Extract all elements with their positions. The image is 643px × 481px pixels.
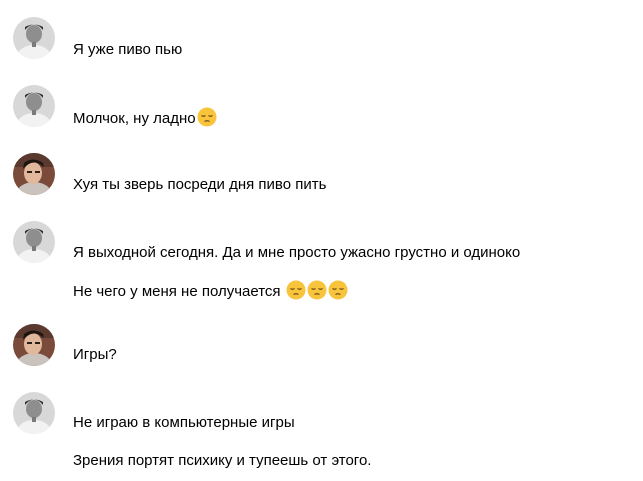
avatar[interactable] — [13, 221, 55, 263]
avatar[interactable] — [13, 392, 55, 434]
avatar[interactable] — [13, 17, 55, 59]
avatar[interactable] — [13, 324, 55, 366]
message-text: Не чего у меня не получается — [73, 283, 285, 300]
pensive-face-emoji-icon — [197, 107, 217, 127]
avatar[interactable] — [13, 85, 55, 127]
message-text: Зрения портят психику и тупеешь от этого… — [73, 452, 372, 469]
avatar[interactable] — [13, 153, 55, 195]
avatar-photo-icon — [13, 221, 55, 263]
message-text: Игры? — [73, 346, 117, 363]
avatar-photo-icon — [13, 17, 55, 59]
pensive-face-emoji-icon — [328, 280, 348, 300]
message-text: Молчок, ну ладно — [73, 110, 196, 127]
pensive-face-emoji-icon — [286, 280, 306, 300]
avatar-photo-icon — [13, 392, 55, 434]
avatar-photo-icon — [13, 153, 55, 195]
avatar-photo-icon — [13, 85, 55, 127]
message-text-wrapper: Молчок, ну ладно — [73, 107, 217, 129]
message-text: Не играю в компьютерные игры — [73, 414, 295, 431]
message-text: Я уже пиво пью — [73, 41, 183, 58]
avatar-photo-icon — [13, 324, 55, 366]
message-text-wrapper: Не чего у меня не получается — [73, 280, 348, 302]
message-text: Я выходной сегодня. Да и мне просто ужас… — [73, 244, 521, 261]
message-text: Хуя ты зверь посреди дня пиво пить — [73, 176, 327, 193]
pensive-face-emoji-icon — [307, 280, 327, 300]
